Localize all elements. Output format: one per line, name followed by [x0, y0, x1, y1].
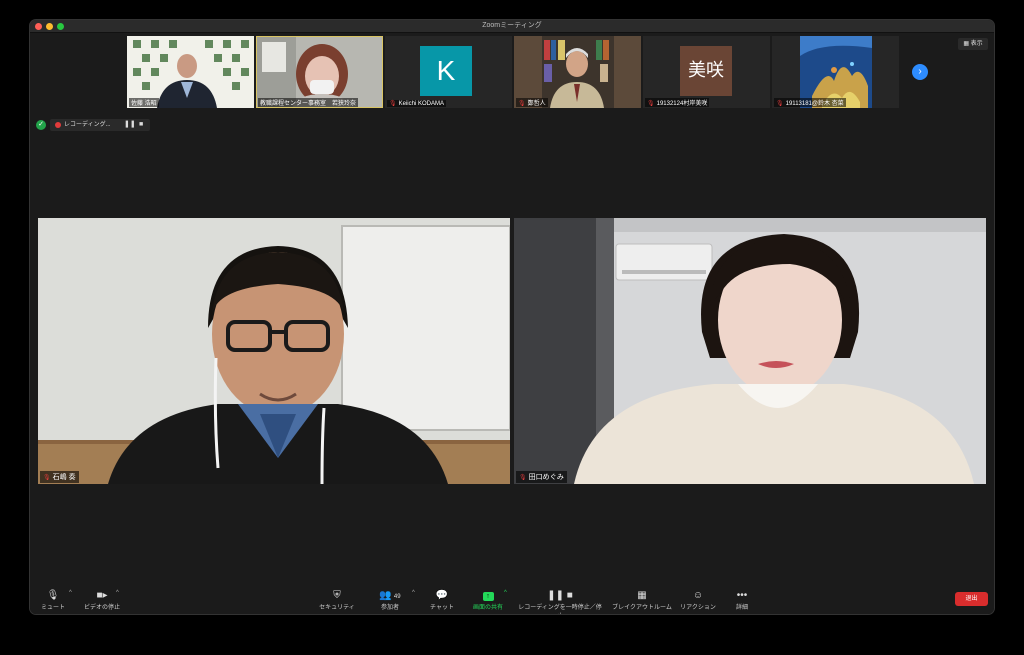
participant-name: 19113181@鈴木 杏菜: [785, 101, 844, 107]
pause-stop-icon: ❚❚ ■: [547, 590, 573, 601]
participant-name: 鄭哲人: [527, 101, 546, 107]
shield-icon[interactable]: ✓: [36, 120, 46, 130]
stop-video-label: ビデオの停止: [83, 605, 120, 611]
speaker-name-row: 🎙 石嶋 奏: [40, 471, 79, 483]
chat-label: チャット: [430, 605, 454, 611]
speaker-video-tile[interactable]: 🎙 田口めぐみ: [514, 218, 986, 484]
chevron-up-icon[interactable]: ^: [412, 590, 415, 596]
title-bar: Zoomミーティング: [30, 20, 994, 33]
recording-pill: レコーディング... ❚❚ ■: [50, 119, 150, 131]
security-button[interactable]: ⛨ セキュリティ: [318, 589, 356, 611]
participant-name-row: 🎙 19132124村岸美咲: [645, 98, 710, 107]
recording-dot-icon: [55, 122, 61, 128]
recording-control-label: レコーディングを一時停止／停止: [518, 605, 602, 611]
breakout-rooms-icon: ▦: [637, 590, 647, 601]
speaker-video: [38, 218, 510, 484]
participant-name: 教職課程センター事務室 若狭玲奈: [258, 98, 359, 107]
participant-tile[interactable]: 佐藤 浩昭: [127, 36, 254, 108]
participant-tile[interactable]: 🎙 鄭哲人: [514, 36, 641, 108]
breakout-rooms-button[interactable]: ▦ ブレイクアウトルーム: [610, 589, 674, 611]
speaker-video-tile[interactable]: 🎙 石嶋 奏: [38, 218, 510, 484]
share-screen-icon: ↑: [472, 589, 504, 602]
grid-icon: ▦: [963, 41, 969, 47]
microphone-icon: 🎙: [46, 590, 60, 601]
chevron-right-icon[interactable]: ›: [912, 64, 928, 80]
mic-off-icon: 🎙: [389, 101, 397, 107]
leave-meeting-button[interactable]: 退出: [955, 592, 988, 606]
chat-bubble-icon: 💬: [435, 590, 449, 601]
view-label: 表示: [970, 41, 983, 47]
chevron-up-icon[interactable]: ^: [504, 590, 507, 596]
participant-tile[interactable]: 🎙 19113181@鈴木 杏菜: [772, 36, 899, 108]
share-label: 画面の共有: [472, 605, 503, 611]
mute-button[interactable]: 🎙 ミュート ^: [38, 589, 72, 611]
pause-recording-button[interactable]: ❚❚: [124, 119, 136, 131]
speaker-name-row: 🎙 田口めぐみ: [516, 471, 567, 483]
participant-name-row: 🎙 Keiichi KODAMA: [387, 100, 446, 107]
participants-count: 49: [393, 594, 401, 600]
recording-label: レコーディング...: [64, 122, 111, 128]
participant-name: 19132124村岸美咲: [656, 101, 708, 107]
participants-label: 参加者: [380, 605, 399, 611]
participant-avatar: K: [420, 46, 472, 96]
more-button[interactable]: ••• 詳細: [730, 589, 754, 611]
share-screen-button[interactable]: ↑ 画面の共有 ^: [472, 589, 507, 611]
mic-off-icon: 🎙: [647, 101, 655, 107]
participant-tile[interactable]: 美咲 🎙 19132124村岸美咲: [643, 36, 770, 108]
mic-off-icon: 🎙: [776, 101, 784, 107]
mute-label: ミュート: [40, 605, 65, 611]
mic-off-icon: 🎙: [518, 101, 526, 107]
participant-name: Keiichi KODAMA: [398, 101, 444, 107]
more-label: 詳細: [735, 605, 748, 611]
reactions-button[interactable]: ☺ リアクション: [678, 589, 718, 611]
participants-button[interactable]: 👥 49 参加者 ^: [376, 589, 414, 611]
stop-recording-button[interactable]: ■: [139, 119, 143, 131]
zoom-window: Zoomミーティング 佐藤 浩昭 教職課程センター事務室 若狭玲奈 K 🎙 Ke…: [30, 20, 994, 614]
participant-avatar: 美咲: [680, 46, 732, 96]
view-button[interactable]: ▦ 表示: [958, 38, 988, 50]
shield-icon: ⛨: [333, 590, 341, 601]
participant-name-row: 🎙 19113181@鈴木 杏菜: [774, 98, 846, 107]
mic-off-icon: 🎙: [519, 475, 527, 481]
chat-button[interactable]: 💬 チャット: [428, 589, 456, 611]
reactions-label: リアクション: [680, 605, 716, 611]
participant-tile[interactable]: K 🎙 Keiichi KODAMA: [385, 36, 512, 108]
speaker-name: 田口めぐみ: [528, 474, 564, 481]
meeting-toolbar: 🎙 ミュート ^ ■▸ ビデオの停止 ^ ⛨ セキュリティ 👥 49 参加者 ^ …: [30, 587, 994, 614]
speaker-video: [514, 218, 986, 484]
speaker-name: 石嶋 奏: [52, 474, 76, 481]
chevron-up-icon[interactable]: ^: [69, 590, 72, 596]
breakout-label: ブレイクアウトルーム: [612, 605, 672, 611]
recording-control-button[interactable]: ❚❚ ■ レコーディングを一時停止／停止: [516, 589, 604, 614]
stop-video-button[interactable]: ■▸ ビデオの停止 ^: [82, 589, 122, 611]
more-dots-icon: •••: [736, 590, 748, 601]
security-label: セキュリティ: [319, 605, 355, 611]
window-title: Zoomミーティング: [482, 22, 542, 29]
participant-tile-active-speaker[interactable]: 教職課程センター事務室 若狭玲奈: [256, 36, 383, 108]
mic-off-icon: 🎙: [43, 475, 51, 481]
chevron-up-icon[interactable]: ^: [116, 590, 119, 596]
participants-icon: 👥 49: [379, 590, 401, 601]
smiley-icon: ☺: [692, 590, 704, 601]
participant-name-row: 🎙 鄭哲人: [516, 98, 548, 107]
participant-name: 佐藤 浩昭: [129, 98, 159, 107]
